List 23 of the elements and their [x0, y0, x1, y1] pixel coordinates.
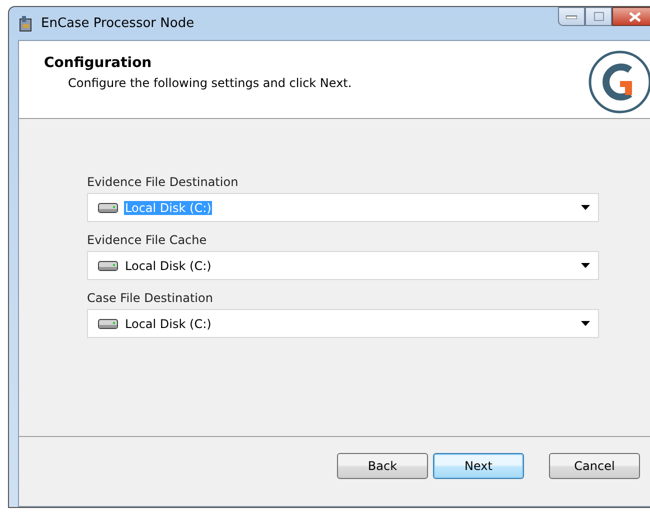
- field-label: Case File Destination: [87, 291, 214, 305]
- drive-icon: [98, 202, 118, 212]
- field-label: Evidence File Cache: [87, 233, 208, 247]
- caret-icon: [581, 263, 590, 268]
- field-label: Evidence File Destination: [87, 175, 240, 189]
- caret-icon: [581, 205, 590, 210]
- close-button[interactable]: [612, 7, 650, 26]
- dialog-button[interactable]: Cancel: [549, 453, 640, 479]
- drive-dropdown[interactable]: Local Disk (C:): [87, 251, 599, 280]
- dialog-button[interactable]: Back: [337, 453, 428, 479]
- maximize-button[interactable]: [585, 7, 612, 26]
- window-title: EnCase Processor Node: [41, 16, 194, 31]
- page-title: Configuration: [44, 55, 153, 71]
- drive-icon: [98, 318, 118, 328]
- close-icon: [629, 12, 641, 22]
- page-subtitle: Configure the following settings and click Next.: [67, 76, 352, 90]
- drive-dropdown[interactable]: Local Disk (C:): [87, 309, 599, 338]
- maximize-icon: [594, 12, 604, 21]
- dialog-button[interactable]: Next: [433, 453, 524, 479]
- minimize-icon: [566, 14, 577, 18]
- caret-icon: [581, 321, 590, 326]
- minimize-button[interactable]: [558, 7, 585, 26]
- drive-icon: [98, 260, 118, 270]
